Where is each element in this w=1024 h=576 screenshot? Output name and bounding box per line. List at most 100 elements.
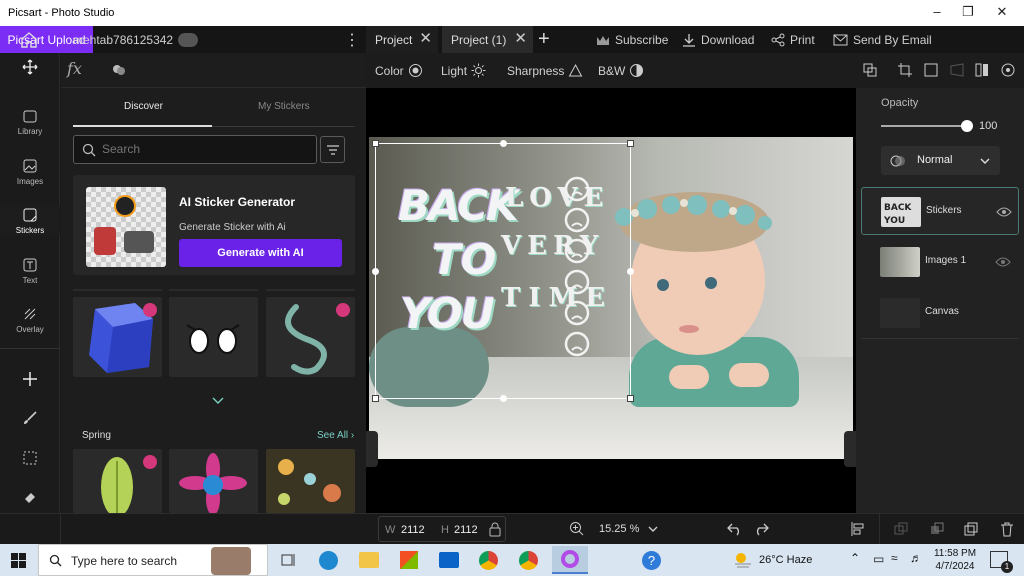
clock[interactable]: 11:58 PM 4/7/2024	[931, 547, 979, 573]
merge-icon[interactable]	[929, 521, 945, 537]
new-tab-button[interactable]: +	[538, 26, 550, 53]
layer-item-canvas[interactable]: Canvas	[861, 289, 1019, 337]
see-all-link[interactable]: See All ›	[317, 430, 354, 441]
sticker-tile-floral-swirl[interactable]	[266, 449, 355, 513]
volume-icon[interactable]: ♬	[910, 551, 922, 565]
chevron-down-icon[interactable]	[647, 524, 659, 534]
rail-item-text[interactable]: Text	[0, 257, 60, 285]
minimize-icon[interactable]: –	[927, 4, 947, 19]
windows-start-icon[interactable]	[11, 553, 26, 568]
height-input[interactable]: 2112	[454, 524, 478, 536]
store-icon[interactable]	[400, 551, 418, 569]
search-input[interactable]	[102, 142, 302, 156]
rail-item-stickers[interactable]: Stickers	[0, 205, 60, 235]
resize-handle[interactable]	[627, 268, 634, 275]
resize-handle[interactable]	[372, 268, 379, 275]
resize-handle[interactable]	[372, 395, 379, 402]
wifi-icon[interactable]: ≈	[891, 551, 898, 565]
close-tab-icon[interactable]: ✕	[514, 29, 527, 47]
print-button[interactable]: Print	[771, 26, 815, 53]
crop-icon[interactable]	[897, 62, 913, 83]
rotate-icon[interactable]	[1000, 62, 1016, 83]
battery-icon[interactable]: ▭	[873, 552, 884, 566]
chrome-icon[interactable]	[479, 551, 498, 570]
tray-chevron-icon[interactable]: ⌃	[850, 551, 860, 565]
sticker-tile-eyes[interactable]	[169, 297, 258, 377]
close-window-icon[interactable]: ✕	[992, 4, 1012, 20]
resize-handle[interactable]	[500, 395, 507, 402]
expand-chevron-icon[interactable]	[211, 393, 225, 411]
duplicate-icon[interactable]	[963, 521, 979, 537]
help-icon[interactable]: ?	[642, 551, 661, 570]
opacity-value[interactable]: 100	[979, 120, 997, 132]
shapes-icon[interactable]	[111, 62, 127, 83]
resize-handle[interactable]	[627, 140, 634, 147]
generate-with-ai-button[interactable]: Generate with AI	[179, 239, 342, 267]
undo-icon[interactable]	[727, 522, 743, 536]
rail-item-images[interactable]: Images	[0, 158, 60, 186]
add-button[interactable]	[0, 370, 60, 391]
zoom-level[interactable]: 15.25 %	[599, 523, 639, 535]
edge-icon[interactable]	[319, 551, 338, 570]
select-tool-button[interactable]	[0, 450, 60, 469]
tab-discover[interactable]: Discover	[124, 101, 163, 112]
fx-icon[interactable]: fx	[67, 59, 82, 78]
eye-icon[interactable]	[996, 206, 1012, 218]
layer-item-stickers[interactable]: BACK YOU Stickers	[861, 187, 1019, 235]
task-view-icon[interactable]	[281, 553, 296, 567]
group-icon[interactable]	[893, 521, 909, 537]
delete-icon[interactable]	[1000, 521, 1014, 537]
resize-handle[interactable]	[500, 140, 507, 147]
taskbar-search[interactable]: Type here to search	[38, 544, 268, 576]
bw-button[interactable]: B&W	[598, 63, 644, 78]
sticker-tile-cube[interactable]	[73, 297, 162, 377]
move-tool-button[interactable]	[0, 59, 60, 78]
light-button[interactable]: Light	[441, 63, 486, 78]
email-button[interactable]: Send By Email	[833, 26, 932, 53]
lock-icon[interactable]	[489, 522, 501, 537]
flip-icon[interactable]	[974, 62, 990, 83]
perspective-icon[interactable]	[949, 62, 965, 83]
restore-icon[interactable]: ❐	[958, 4, 978, 20]
collapse-left-panel-button[interactable]	[366, 431, 378, 467]
picsart-taskbar-icon[interactable]	[552, 546, 588, 574]
resize-icon[interactable]	[923, 62, 939, 83]
align-icon[interactable]	[850, 521, 866, 537]
color-button[interactable]: Color	[375, 63, 423, 78]
layer-item-images-1[interactable]: Images 1	[861, 238, 1019, 286]
close-tab-icon[interactable]: ✕	[419, 29, 432, 47]
tab-my-stickers[interactable]: My Stickers	[258, 101, 310, 112]
notification-icon[interactable]: 1	[990, 551, 1013, 573]
home-button[interactable]	[20, 26, 38, 53]
zoom-icon[interactable]	[569, 521, 584, 536]
weather-text[interactable]: 26°C Haze	[759, 554, 812, 566]
sticker-tile-leaf[interactable]	[73, 449, 162, 513]
subscribe-button[interactable]: Subscribe	[596, 26, 668, 53]
collapse-right-panel-button[interactable]	[844, 431, 856, 467]
sharpness-button[interactable]: Sharpness	[507, 63, 583, 78]
rail-item-library[interactable]: Library	[0, 108, 60, 136]
tab-project[interactable]: Project ✕	[366, 26, 438, 53]
selection-box[interactable]	[372, 140, 634, 402]
rail-item-overlay[interactable]: Overlay	[0, 306, 60, 334]
mail-app-icon[interactable]	[439, 552, 459, 568]
filter-button[interactable]	[320, 136, 345, 163]
user-name[interactable]: mehtab786125342	[73, 26, 199, 53]
resize-handle[interactable]	[627, 395, 634, 402]
opacity-slider-knob[interactable]	[961, 120, 973, 132]
layers-swap-icon[interactable]	[862, 62, 878, 83]
sticker-tile-swirl[interactable]	[266, 297, 355, 377]
eraser-tool-button[interactable]	[0, 489, 60, 508]
download-button[interactable]: Download	[682, 26, 754, 53]
resize-handle[interactable]	[372, 140, 379, 147]
search-box[interactable]	[73, 135, 317, 164]
file-explorer-icon[interactable]	[359, 552, 379, 568]
canvas-stage[interactable]: BACK TO YOU LOVE VERY TIME	[366, 88, 856, 513]
tab-project-1[interactable]: Project (1) ✕	[442, 26, 533, 53]
width-input[interactable]: 2112	[401, 524, 425, 536]
blend-mode-select[interactable]: Normal	[881, 146, 1000, 175]
redo-icon[interactable]	[753, 522, 769, 536]
chrome-profile-icon[interactable]	[519, 551, 538, 570]
sticker-tile-flower[interactable]	[169, 449, 258, 513]
brush-tool-button[interactable]	[0, 410, 60, 429]
